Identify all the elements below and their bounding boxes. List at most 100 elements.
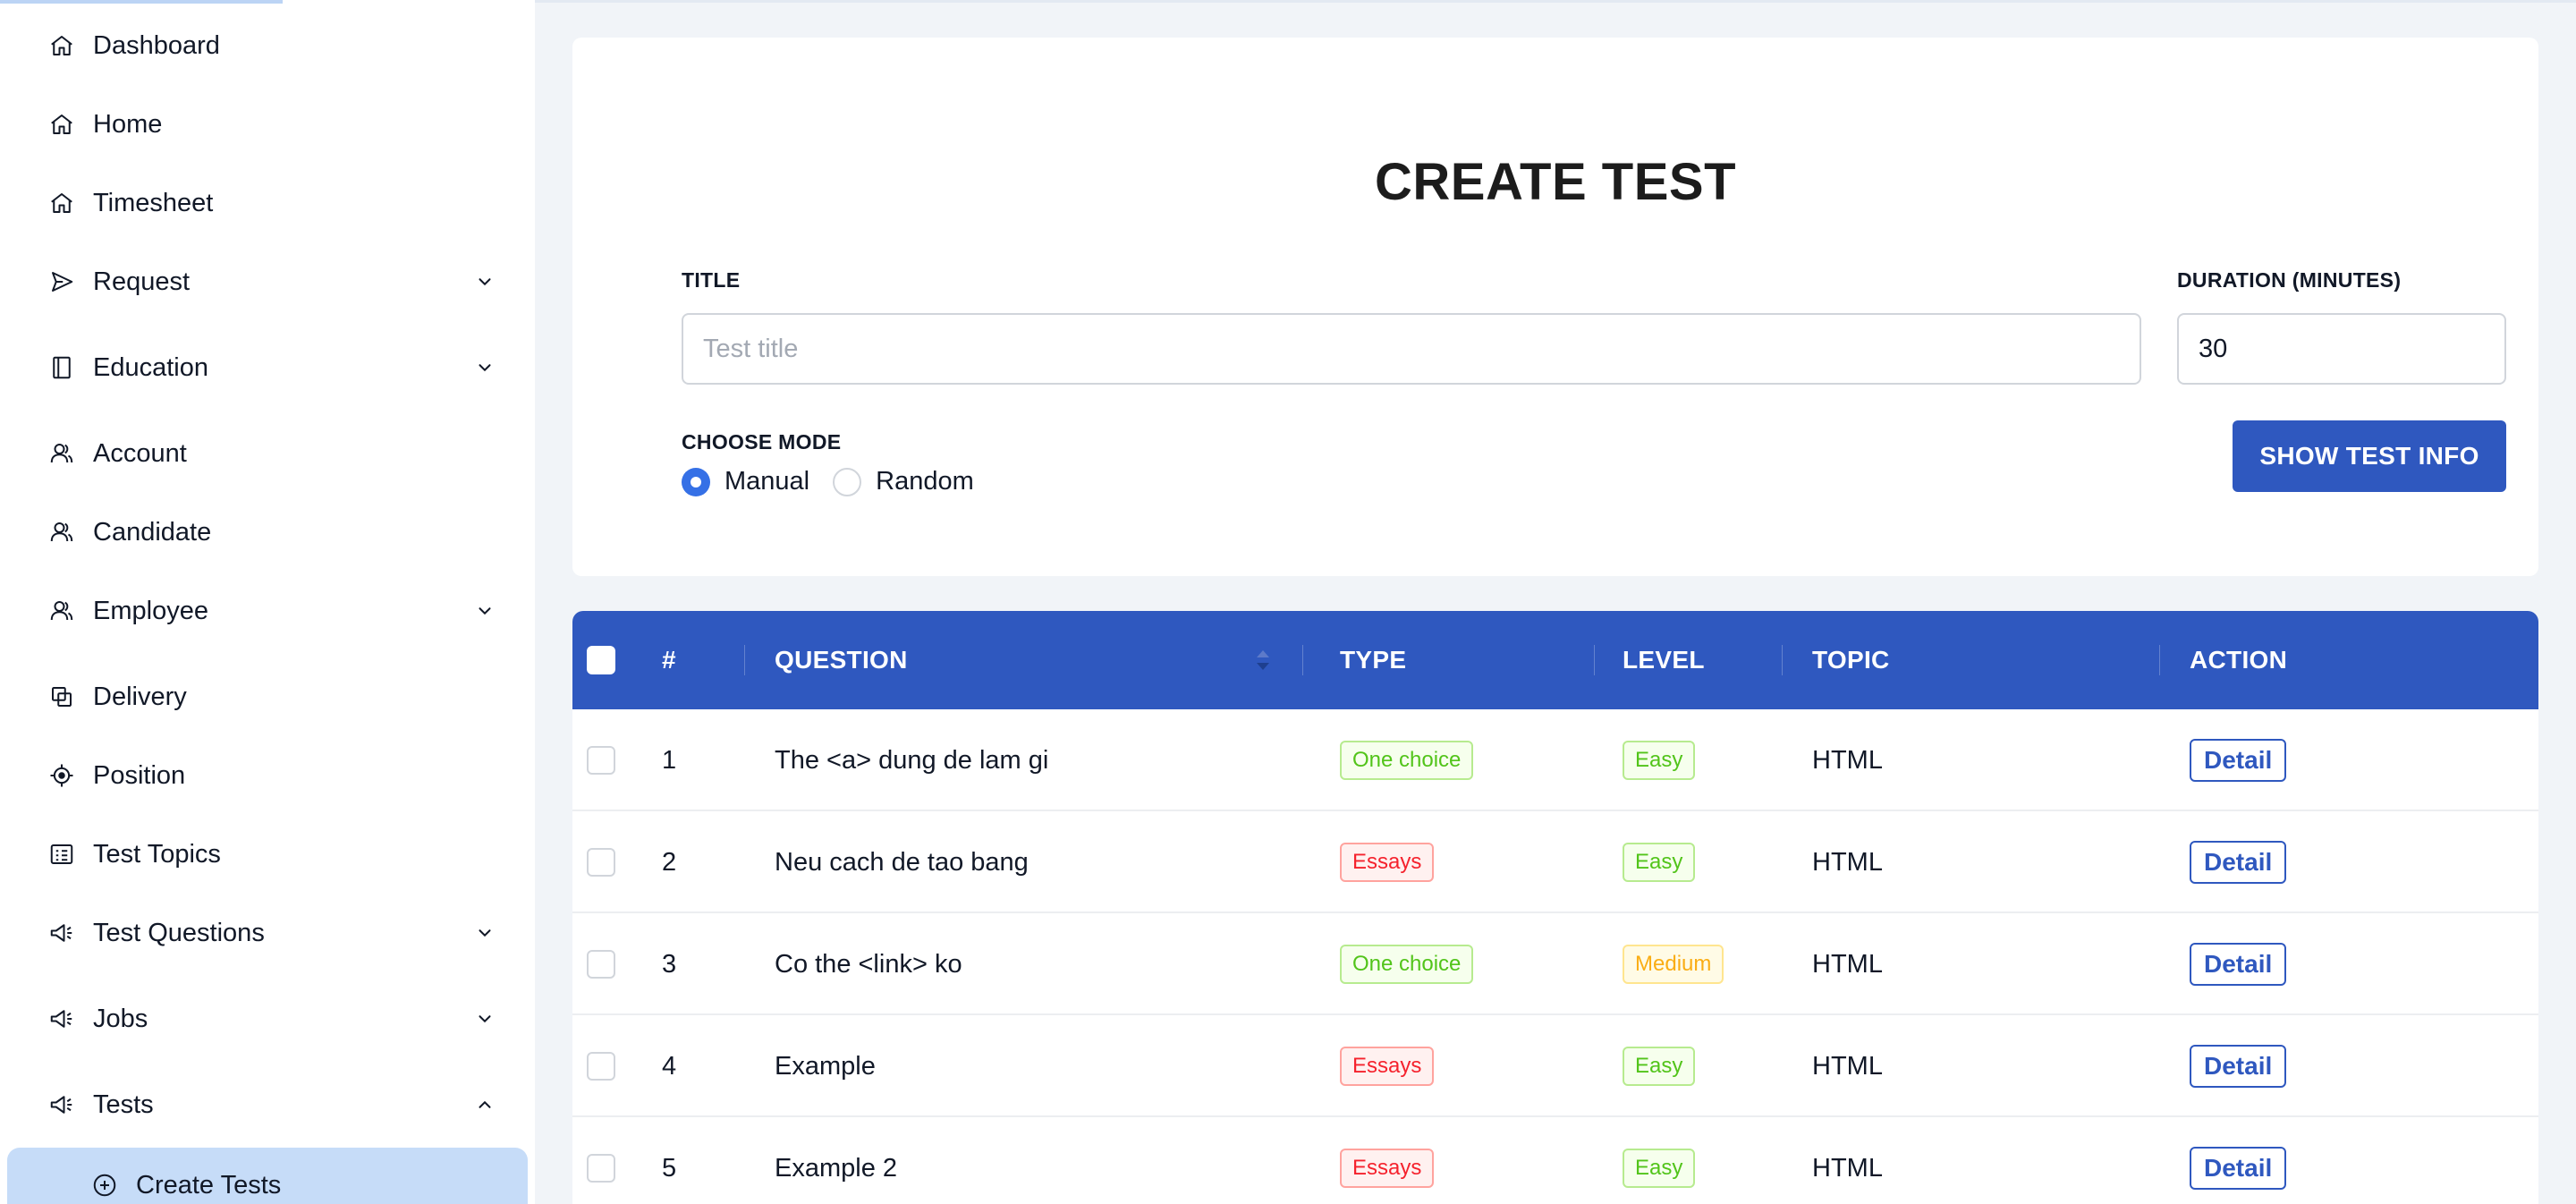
row-num: 4 xyxy=(662,1051,677,1081)
users-icon xyxy=(47,438,77,469)
row-topic: HTML xyxy=(1812,1153,1883,1183)
home-icon xyxy=(47,30,77,61)
questions-table: # QUESTION TYPE LEVEL TOPIC ACTION 1 The… xyxy=(572,611,2538,1204)
sidebar-item-employee[interactable]: Employee xyxy=(0,575,535,647)
row-action-cell: Detail xyxy=(2190,709,2287,811)
chevron-down-icon[interactable] xyxy=(472,920,497,945)
sort-icon[interactable] xyxy=(1252,647,1274,674)
choose-mode-label: CHOOSE MODE xyxy=(682,430,842,454)
col-header-topic: TOPIC xyxy=(1812,646,1890,674)
col-header-question: QUESTION xyxy=(775,646,908,674)
type-badge: Essays xyxy=(1340,1047,1435,1086)
duration-input[interactable] xyxy=(2177,313,2506,385)
col-header-level: LEVEL xyxy=(1623,646,1705,674)
mode-radio-manual[interactable]: Manual xyxy=(682,467,809,496)
table-row: 2 Neu cach de tao bang Essays Easy HTML … xyxy=(572,811,2538,913)
sidebar-item-test-topics[interactable]: Test Topics xyxy=(0,818,535,890)
sidebar-item-request[interactable]: Request xyxy=(0,246,535,318)
sidebar-subitem-create-tests[interactable]: Create Tests xyxy=(7,1148,528,1204)
sidebar-item-account[interactable]: Account xyxy=(0,418,535,489)
sidebar-item-education[interactable]: Education xyxy=(0,332,535,403)
copy-icon xyxy=(47,682,77,712)
chevron-up-icon[interactable] xyxy=(472,1092,497,1117)
column-divider xyxy=(744,645,745,675)
row-num: 1 xyxy=(662,745,677,775)
main-content: CREATE TEST TITLE DURATION (MINUTES) CHO… xyxy=(535,0,2576,1204)
row-num: 5 xyxy=(662,1153,677,1183)
row-checkbox[interactable] xyxy=(587,950,615,979)
chevron-down-icon[interactable] xyxy=(472,269,497,294)
row-topic: HTML xyxy=(1812,745,1883,775)
mode-radio-random[interactable]: Random xyxy=(833,467,974,496)
level-badge: Easy xyxy=(1623,843,1696,882)
row-num: 3 xyxy=(662,949,677,979)
level-badge: Easy xyxy=(1623,1149,1696,1188)
top-border xyxy=(535,0,2576,3)
sidebar-item-timesheet[interactable]: Timesheet xyxy=(0,167,535,239)
col-header-type: TYPE xyxy=(1340,646,1407,674)
megaphone-icon xyxy=(47,1004,77,1034)
radio-checked-icon[interactable] xyxy=(682,467,710,496)
sidebar-item-candidate[interactable]: Candidate xyxy=(0,496,535,568)
detail-button[interactable]: Detail xyxy=(2190,739,2287,782)
detail-button[interactable]: Detail xyxy=(2190,841,2287,884)
book-icon xyxy=(47,352,77,383)
sidebar-item-label: Request xyxy=(93,267,191,296)
sidebar-item-label: Employee xyxy=(93,596,208,625)
col-header-num: # xyxy=(662,646,676,674)
target-icon xyxy=(47,760,77,791)
detail-button[interactable]: Detail xyxy=(2190,1147,2287,1190)
row-checkbox[interactable] xyxy=(587,848,615,877)
row-checkbox[interactable] xyxy=(587,1154,615,1183)
sidebar-item-label: Test Questions xyxy=(93,918,265,947)
detail-button[interactable]: Detail xyxy=(2190,1045,2287,1088)
sidebar-item-label: Candidate xyxy=(93,517,212,547)
row-type-cell: Essays xyxy=(1340,1117,1435,1204)
row-question: The <a> dung de lam gi xyxy=(775,745,1049,775)
send-icon xyxy=(47,267,77,297)
sidebar-item-label: Timesheet xyxy=(93,188,214,217)
title-input[interactable] xyxy=(682,313,2141,385)
sidebar-item-dashboard[interactable]: Dashboard xyxy=(0,10,535,81)
sidebar-item-label: Tests xyxy=(93,1090,154,1119)
table-header: # QUESTION TYPE LEVEL TOPIC ACTION xyxy=(572,611,2538,709)
sidebar-item-label: Dashboard xyxy=(93,30,220,60)
row-checkbox[interactable] xyxy=(587,746,615,775)
table-row: 1 The <a> dung de lam gi One choice Easy… xyxy=(572,709,2538,811)
sidebar-item-test-questions[interactable]: Test Questions xyxy=(0,897,535,969)
row-select-cell xyxy=(587,913,615,1015)
users-icon xyxy=(47,517,77,547)
mode-radio-group: Manual Random xyxy=(682,467,997,496)
chevron-down-icon[interactable] xyxy=(472,1006,497,1031)
page-title: CREATE TEST xyxy=(1375,153,1736,211)
sidebar-top-indicator xyxy=(0,0,283,4)
plus-circle-icon xyxy=(89,1170,120,1200)
chevron-down-icon[interactable] xyxy=(472,598,497,623)
row-select-cell xyxy=(587,709,615,811)
detail-button[interactable]: Detail xyxy=(2190,943,2287,986)
sidebar-item-jobs[interactable]: Jobs xyxy=(0,983,535,1055)
table-row: 3 Co the <link> ko One choice Medium HTM… xyxy=(572,913,2538,1015)
sidebar-item-position[interactable]: Position xyxy=(0,740,535,811)
sidebar-item-label: Create Tests xyxy=(136,1170,282,1200)
row-select-cell xyxy=(587,1015,615,1117)
level-badge: Easy xyxy=(1623,1047,1696,1086)
sidebar-item-label: Position xyxy=(93,760,186,790)
row-select-cell xyxy=(587,1117,615,1204)
app-root: Dashboard Home Timesheet Request Educati… xyxy=(0,0,2576,1204)
row-action-cell: Detail xyxy=(2190,913,2287,1015)
sidebar-item-tests[interactable]: Tests xyxy=(0,1069,535,1140)
row-level-cell: Medium xyxy=(1623,913,1724,1015)
sidebar-item-home[interactable]: Home xyxy=(0,89,535,160)
sidebar-item-delivery[interactable]: Delivery xyxy=(0,661,535,733)
radio-unchecked-icon[interactable] xyxy=(833,467,862,496)
show-test-info-button[interactable]: SHOW TEST INFO xyxy=(2233,420,2506,492)
row-topic: HTML xyxy=(1812,1051,1883,1081)
type-badge: One choice xyxy=(1340,945,1474,984)
row-question: Example 2 xyxy=(775,1153,898,1183)
row-checkbox[interactable] xyxy=(587,1052,615,1081)
megaphone-icon xyxy=(47,1090,77,1120)
select-all-checkbox[interactable] xyxy=(587,646,615,674)
duration-label: DURATION (MINUTES) xyxy=(2177,268,2402,292)
chevron-down-icon[interactable] xyxy=(472,355,497,380)
